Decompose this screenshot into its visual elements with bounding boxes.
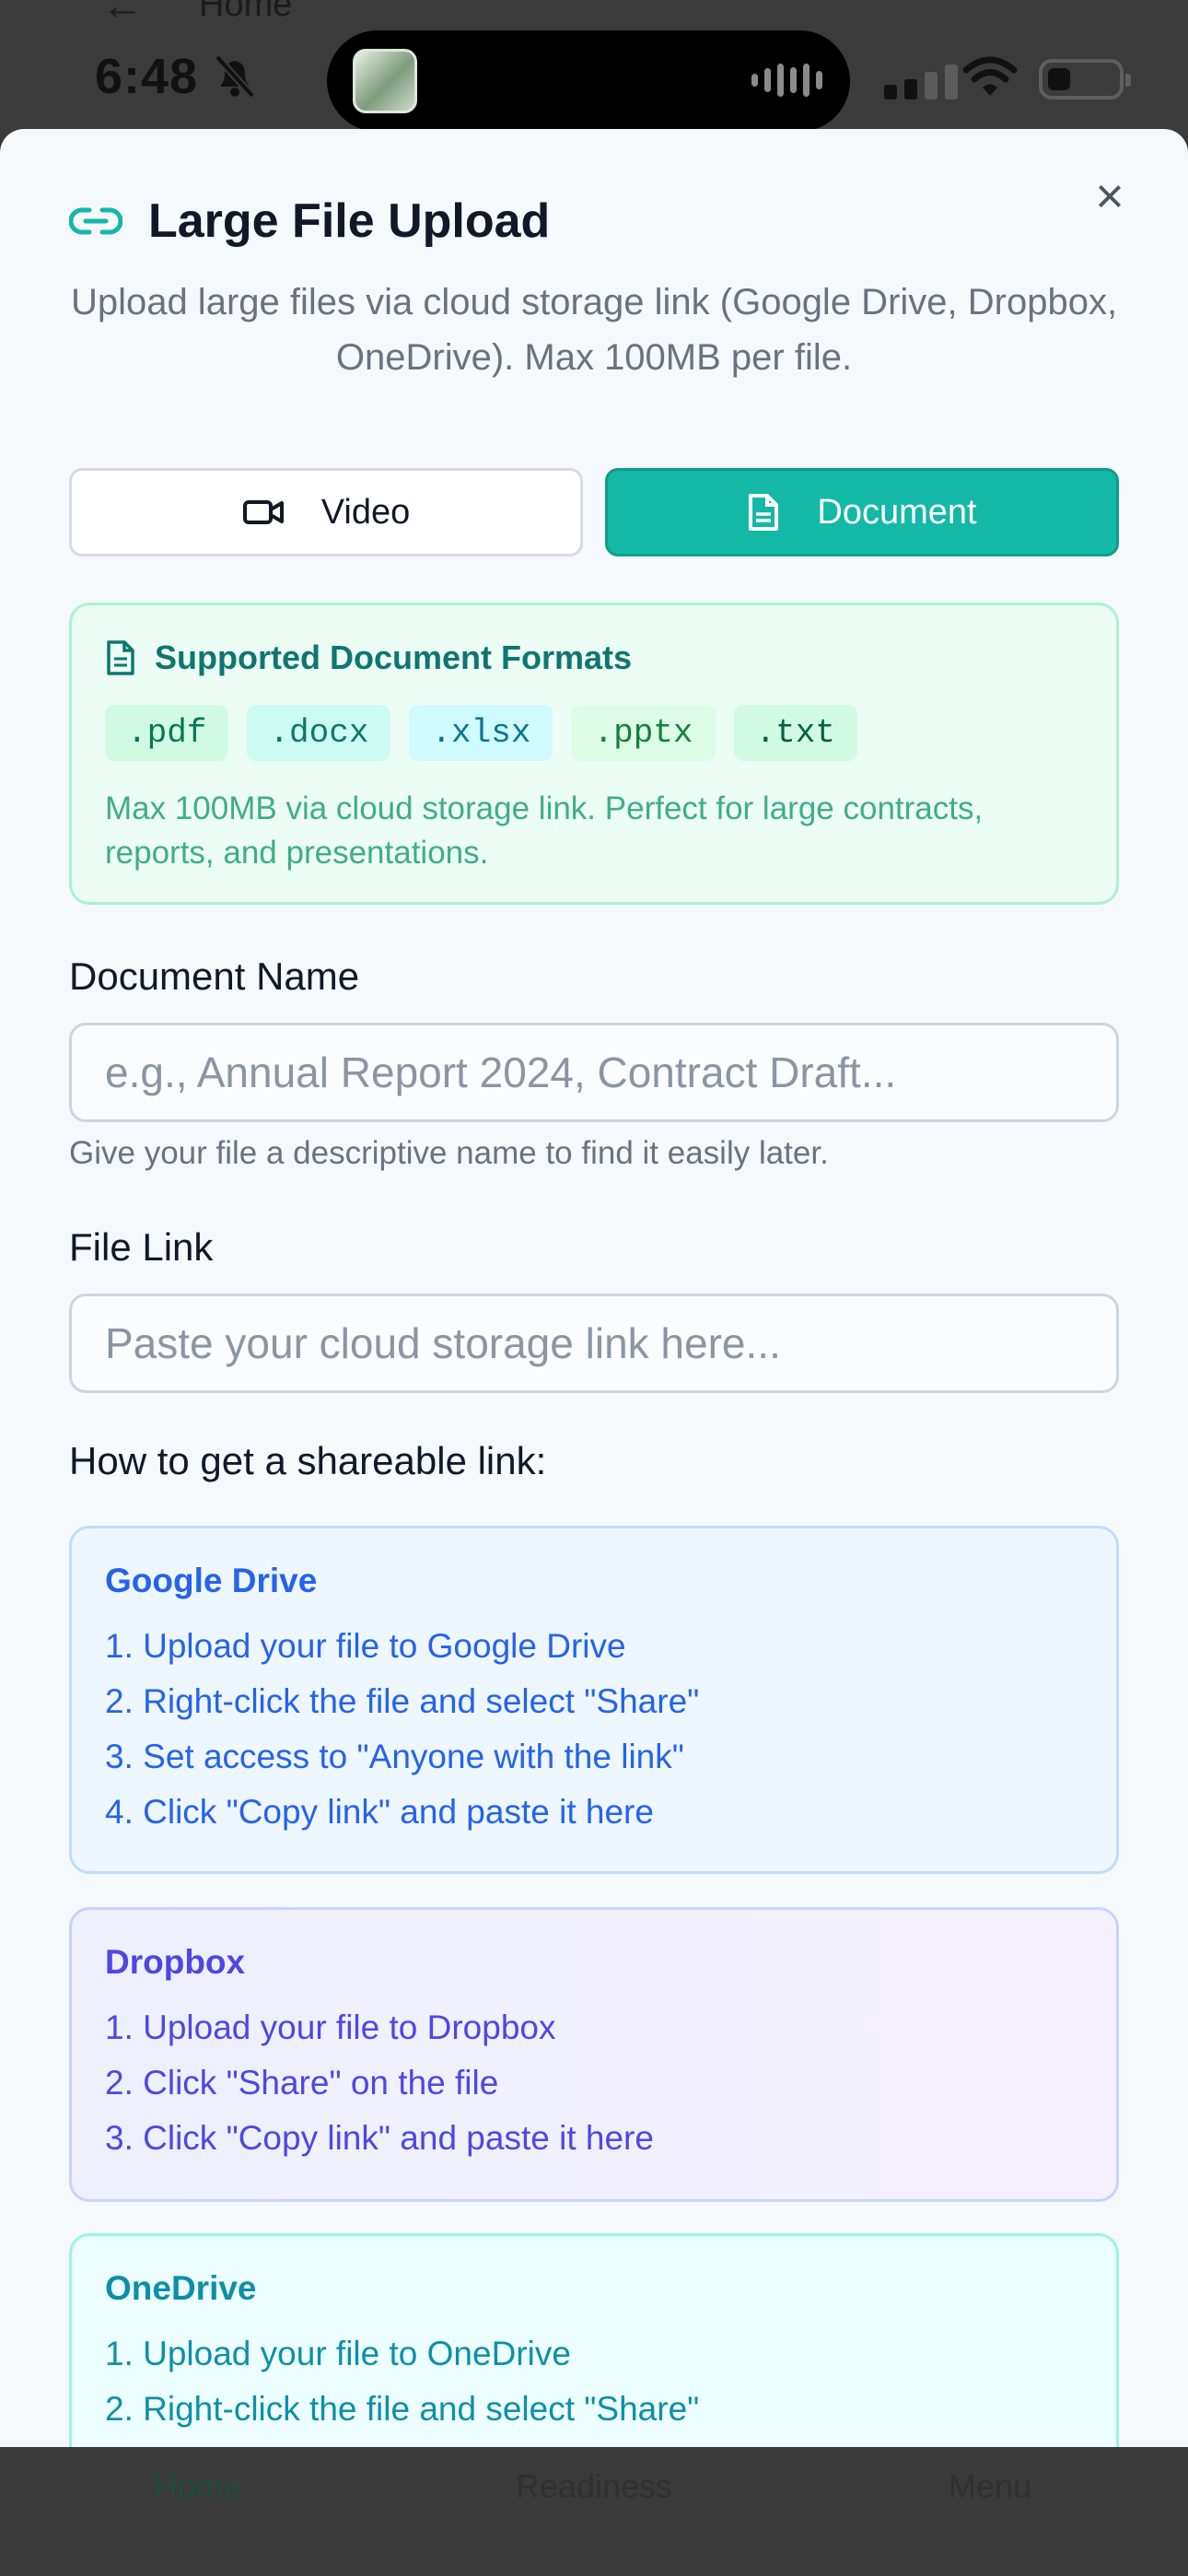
document-type-button[interactable]: Document — [605, 468, 1119, 556]
cellular-signal-icon — [884, 64, 958, 100]
video-type-button[interactable]: Video — [69, 468, 583, 556]
dropbox-guide: Dropbox 1. Upload your file to Dropbox 2… — [69, 1907, 1119, 2202]
format-chip-pptx: .pptx — [571, 705, 716, 761]
google-drive-step: 1. Upload your file to Google Drive — [105, 1627, 626, 1665]
bottom-tab-bar: Home Readiness Menu — [0, 2447, 1188, 2576]
format-chip-docx: .docx — [247, 705, 391, 761]
tab-home[interactable]: Home — [60, 2467, 336, 2576]
bell-off-icon — [215, 54, 255, 99]
format-chip-xlsx: .xlsx — [409, 705, 553, 761]
format-chip-pdf: .pdf — [105, 705, 229, 761]
google-drive-step: 4. Click "Copy link" and paste it here — [105, 1793, 654, 1831]
video-camera-icon — [242, 500, 284, 524]
status-bar: ← Home 6:48 — [0, 0, 1188, 134]
battery-icon — [1039, 59, 1131, 100]
dropbox-step: 2. Click "Share" on the file — [105, 2064, 499, 2102]
google-drive-step: 2. Right-click the file and select "Shar… — [105, 1682, 700, 1720]
document-type-label: Document — [817, 492, 977, 532]
background-back-nav: ← Home — [101, 0, 292, 29]
upload-type-switch: Video Document — [69, 468, 1119, 556]
modal-title: Large File Upload — [148, 194, 551, 248]
formats-note: Max 100MB via cloud storage link. Perfec… — [105, 790, 984, 871]
close-icon[interactable]: × — [1087, 171, 1133, 221]
app-thumbnail-icon — [353, 49, 417, 113]
dropbox-step: 1. Upload your file to Dropbox — [105, 2008, 556, 2046]
howto-title: How to get a shareable link: — [69, 1439, 547, 1482]
audio-wave-icon — [751, 64, 822, 97]
modal-subtitle: Upload large files via cloud storage lin… — [70, 282, 1118, 378]
onedrive-step: 1. Upload your file to OneDrive — [105, 2335, 571, 2372]
google-drive-title: Google Drive — [105, 1562, 318, 1599]
video-type-label: Video — [320, 492, 411, 532]
file-link-label: File Link — [69, 1225, 214, 1269]
format-chip-txt: .txt — [733, 705, 857, 761]
supported-formats-panel: Supported Document Formats .pdf .docx .x… — [69, 603, 1119, 905]
wifi-icon — [962, 56, 1018, 96]
google-drive-step: 3. Set access to "Anyone with the link" — [105, 1738, 684, 1775]
dropbox-title: Dropbox — [105, 1943, 246, 1981]
document-icon — [107, 640, 134, 675]
formats-title: Supported Document Formats — [155, 638, 633, 676]
large-file-upload-modal: × Large File Upload Upload large files v… — [0, 129, 1188, 2451]
dynamic-island — [327, 30, 850, 132]
document-name-label: Document Name — [69, 954, 360, 998]
onedrive-step: 2. Right-click the file and select "Shar… — [105, 2390, 700, 2428]
modal-header: Large File Upload — [69, 193, 550, 249]
format-chips: .pdf .docx .xlsx .pptx .txt — [105, 705, 1083, 761]
background-back-label: Home — [199, 0, 293, 24]
document-name-hint: Give your file a descriptive name to fin… — [69, 1135, 829, 1171]
dropbox-step: 3. Click "Copy link" and paste it here — [105, 2119, 654, 2157]
link-icon — [69, 207, 122, 235]
file-link-input[interactable] — [69, 1294, 1119, 1393]
document-icon — [749, 494, 779, 531]
tab-readiness[interactable]: Readiness — [456, 2467, 732, 2576]
document-name-input[interactable] — [69, 1023, 1119, 1122]
onedrive-title: OneDrive — [105, 2269, 257, 2307]
back-arrow-icon: ← — [101, 0, 144, 29]
tab-menu[interactable]: Menu — [852, 2467, 1128, 2576]
google-drive-guide: Google Drive 1. Upload your file to Goog… — [69, 1526, 1119, 1874]
status-time: 6:48 — [95, 49, 199, 104]
onedrive-guide: OneDrive 1. Upload your file to OneDrive… — [69, 2233, 1119, 2451]
